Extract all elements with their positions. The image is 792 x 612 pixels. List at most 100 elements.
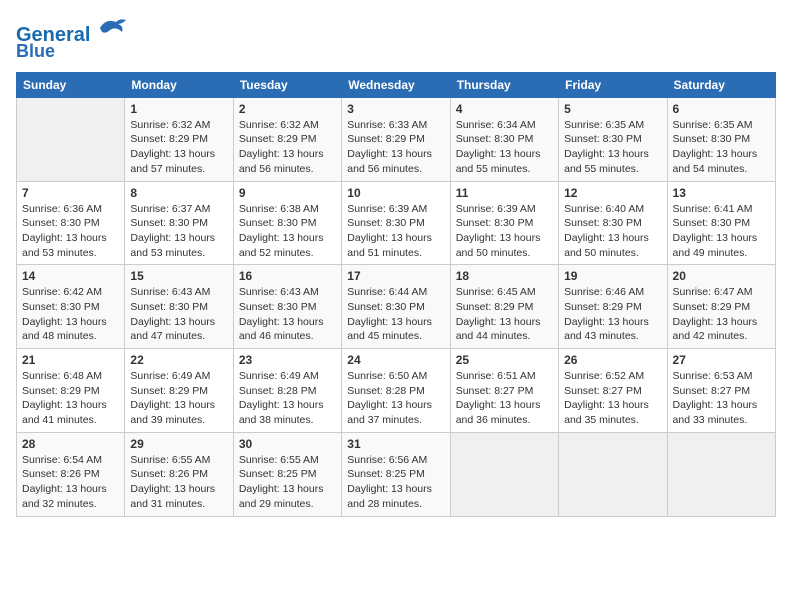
calendar-cell: 9 Sunrise: 6:38 AM Sunset: 8:30 PM Dayli… [233,181,341,265]
calendar-cell: 2 Sunrise: 6:32 AM Sunset: 8:29 PM Dayli… [233,97,341,181]
day-number: 22 [130,353,227,367]
sunrise-label: Sunrise: 6:49 AM [130,370,210,382]
day-header-saturday: Saturday [667,72,775,97]
sunset-label: Sunset: 8:30 PM [564,133,642,145]
sunset-label: Sunset: 8:29 PM [564,301,642,313]
daylight-label: Daylight: 13 hours and 28 minutes. [347,483,432,510]
sunset-label: Sunset: 8:29 PM [22,385,100,397]
sunrise-label: Sunrise: 6:43 AM [239,286,319,298]
sunrise-label: Sunrise: 6:49 AM [239,370,319,382]
sunrise-label: Sunrise: 6:52 AM [564,370,644,382]
daylight-label: Daylight: 13 hours and 39 minutes. [130,399,215,426]
sunset-label: Sunset: 8:29 PM [130,385,208,397]
calendar-cell: 22 Sunrise: 6:49 AM Sunset: 8:29 PM Dayl… [125,349,233,433]
daylight-label: Daylight: 13 hours and 56 minutes. [239,148,324,175]
calendar-cell: 17 Sunrise: 6:44 AM Sunset: 8:30 PM Dayl… [342,265,450,349]
calendar-cell: 31 Sunrise: 6:56 AM Sunset: 8:25 PM Dayl… [342,432,450,516]
daylight-label: Daylight: 13 hours and 48 minutes. [22,316,107,343]
day-header-wednesday: Wednesday [342,72,450,97]
sunset-label: Sunset: 8:29 PM [456,301,534,313]
day-number: 31 [347,437,444,451]
daylight-label: Daylight: 13 hours and 33 minutes. [673,399,758,426]
day-header-sunday: Sunday [17,72,125,97]
day-info: Sunrise: 6:33 AM Sunset: 8:29 PM Dayligh… [347,118,444,177]
day-number: 1 [130,102,227,116]
day-number: 23 [239,353,336,367]
daylight-label: Daylight: 13 hours and 46 minutes. [239,316,324,343]
daylight-label: Daylight: 13 hours and 31 minutes. [130,483,215,510]
calendar-cell: 19 Sunrise: 6:46 AM Sunset: 8:29 PM Dayl… [559,265,667,349]
sunset-label: Sunset: 8:26 PM [130,468,208,480]
sunset-label: Sunset: 8:30 PM [239,217,317,229]
sunrise-label: Sunrise: 6:42 AM [22,286,102,298]
day-number: 20 [673,269,770,283]
day-number: 25 [456,353,553,367]
calendar-cell: 1 Sunrise: 6:32 AM Sunset: 8:29 PM Dayli… [125,97,233,181]
day-number: 18 [456,269,553,283]
calendar-cell: 18 Sunrise: 6:45 AM Sunset: 8:29 PM Dayl… [450,265,558,349]
sunrise-label: Sunrise: 6:53 AM [673,370,753,382]
day-number: 24 [347,353,444,367]
calendar-cell: 27 Sunrise: 6:53 AM Sunset: 8:27 PM Dayl… [667,349,775,433]
sunrise-label: Sunrise: 6:41 AM [673,203,753,215]
sunset-label: Sunset: 8:26 PM [22,468,100,480]
daylight-label: Daylight: 13 hours and 36 minutes. [456,399,541,426]
day-info: Sunrise: 6:38 AM Sunset: 8:30 PM Dayligh… [239,202,336,261]
daylight-label: Daylight: 13 hours and 43 minutes. [564,316,649,343]
day-info: Sunrise: 6:44 AM Sunset: 8:30 PM Dayligh… [347,285,444,344]
calendar-cell: 4 Sunrise: 6:34 AM Sunset: 8:30 PM Dayli… [450,97,558,181]
calendar-cell: 3 Sunrise: 6:33 AM Sunset: 8:29 PM Dayli… [342,97,450,181]
sunset-label: Sunset: 8:30 PM [456,133,534,145]
calendar-cell: 30 Sunrise: 6:55 AM Sunset: 8:25 PM Dayl… [233,432,341,516]
day-info: Sunrise: 6:40 AM Sunset: 8:30 PM Dayligh… [564,202,661,261]
day-number: 15 [130,269,227,283]
sunset-label: Sunset: 8:30 PM [564,217,642,229]
daylight-label: Daylight: 13 hours and 57 minutes. [130,148,215,175]
calendar-cell: 11 Sunrise: 6:39 AM Sunset: 8:30 PM Dayl… [450,181,558,265]
day-number: 3 [347,102,444,116]
sunset-label: Sunset: 8:30 PM [673,217,751,229]
daylight-label: Daylight: 13 hours and 51 minutes. [347,232,432,259]
sunrise-label: Sunrise: 6:35 AM [564,119,644,131]
day-info: Sunrise: 6:34 AM Sunset: 8:30 PM Dayligh… [456,118,553,177]
day-info: Sunrise: 6:50 AM Sunset: 8:28 PM Dayligh… [347,369,444,428]
day-number: 16 [239,269,336,283]
day-number: 4 [456,102,553,116]
calendar-cell [559,432,667,516]
day-info: Sunrise: 6:43 AM Sunset: 8:30 PM Dayligh… [130,285,227,344]
day-number: 13 [673,186,770,200]
daylight-label: Daylight: 13 hours and 41 minutes. [22,399,107,426]
calendar-header: General Blue [16,16,776,62]
calendar-cell: 16 Sunrise: 6:43 AM Sunset: 8:30 PM Dayl… [233,265,341,349]
daylight-label: Daylight: 13 hours and 54 minutes. [673,148,758,175]
day-info: Sunrise: 6:43 AM Sunset: 8:30 PM Dayligh… [239,285,336,344]
sunrise-label: Sunrise: 6:39 AM [347,203,427,215]
day-info: Sunrise: 6:55 AM Sunset: 8:26 PM Dayligh… [130,453,227,512]
daylight-label: Daylight: 13 hours and 50 minutes. [456,232,541,259]
daylight-label: Daylight: 13 hours and 55 minutes. [564,148,649,175]
sunset-label: Sunset: 8:30 PM [22,301,100,313]
sunrise-label: Sunrise: 6:46 AM [564,286,644,298]
sunrise-label: Sunrise: 6:54 AM [22,454,102,466]
calendar-cell [17,97,125,181]
sunrise-label: Sunrise: 6:39 AM [456,203,536,215]
daylight-label: Daylight: 13 hours and 45 minutes. [347,316,432,343]
sunset-label: Sunset: 8:30 PM [239,301,317,313]
calendar-container: General Blue SundayMondayTuesdayWednesda… [0,0,792,527]
sunset-label: Sunset: 8:30 PM [673,133,751,145]
day-number: 26 [564,353,661,367]
day-info: Sunrise: 6:48 AM Sunset: 8:29 PM Dayligh… [22,369,119,428]
sunset-label: Sunset: 8:29 PM [130,133,208,145]
day-number: 9 [239,186,336,200]
week-row-5: 28 Sunrise: 6:54 AM Sunset: 8:26 PM Dayl… [17,432,776,516]
sunset-label: Sunset: 8:29 PM [347,133,425,145]
day-number: 6 [673,102,770,116]
sunset-label: Sunset: 8:30 PM [22,217,100,229]
day-info: Sunrise: 6:53 AM Sunset: 8:27 PM Dayligh… [673,369,770,428]
sunset-label: Sunset: 8:28 PM [239,385,317,397]
day-number: 11 [456,186,553,200]
calendar-cell: 8 Sunrise: 6:37 AM Sunset: 8:30 PM Dayli… [125,181,233,265]
calendar-cell: 20 Sunrise: 6:47 AM Sunset: 8:29 PM Dayl… [667,265,775,349]
calendar-cell: 23 Sunrise: 6:49 AM Sunset: 8:28 PM Dayl… [233,349,341,433]
logo: General Blue [16,16,128,62]
